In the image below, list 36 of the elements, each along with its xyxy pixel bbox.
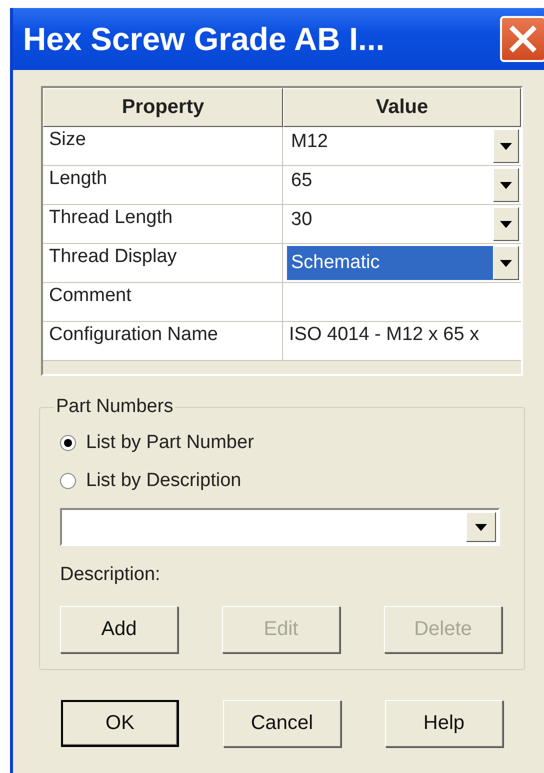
property-cell: Length: [43, 166, 283, 205]
radio-button-icon[interactable]: [60, 435, 76, 451]
dropdown-button[interactable]: [466, 512, 496, 542]
radio-button-icon[interactable]: [60, 473, 76, 489]
property-cell: Configuration Name: [43, 322, 283, 361]
column-header: Value: [283, 88, 521, 127]
dropdown-button[interactable]: [493, 168, 519, 202]
group-title: Part Numbers: [55, 396, 174, 418]
dropdown-arrow-icon: [500, 260, 512, 266]
dropdown-button[interactable]: [493, 246, 519, 280]
dialog-button[interactable]: Cancel: [223, 700, 341, 747]
value-dropdown[interactable]: Schematic: [283, 244, 521, 283]
radio-option[interactable]: List by Description: [60, 462, 504, 500]
property-cell: Size: [43, 127, 283, 166]
close-button[interactable]: [500, 16, 544, 62]
value-dropdown[interactable]: M12: [283, 127, 521, 166]
value-dropdown[interactable]: 30: [283, 205, 521, 244]
description-label: Description:: [60, 564, 162, 586]
property-cell: Thread Length: [43, 205, 283, 244]
value-cell: ISO 4014 - M12 x 65 x: [283, 322, 521, 361]
dropdown-button[interactable]: [493, 129, 519, 163]
dropdown-arrow-icon: [500, 182, 512, 188]
close-icon: [509, 25, 537, 53]
value-dropdown[interactable]: 65: [283, 166, 521, 205]
action-button[interactable]: Add: [60, 606, 178, 653]
column-header: Property: [43, 88, 283, 127]
dropdown-arrow-icon: [500, 220, 512, 228]
dropdown-arrow-icon: [500, 142, 512, 150]
dialog-button[interactable]: OK: [61, 700, 179, 747]
property-cell: Thread Display: [43, 244, 283, 283]
dialog-button[interactable]: Help: [385, 700, 503, 747]
radio-option[interactable]: List by Part Number: [60, 424, 504, 462]
window-title: Hex Screw Grade AB I...: [23, 20, 385, 58]
property-cell: Comment: [43, 283, 283, 322]
dropdown-arrow-icon: [475, 524, 487, 530]
dropdown-button[interactable]: [493, 207, 519, 241]
